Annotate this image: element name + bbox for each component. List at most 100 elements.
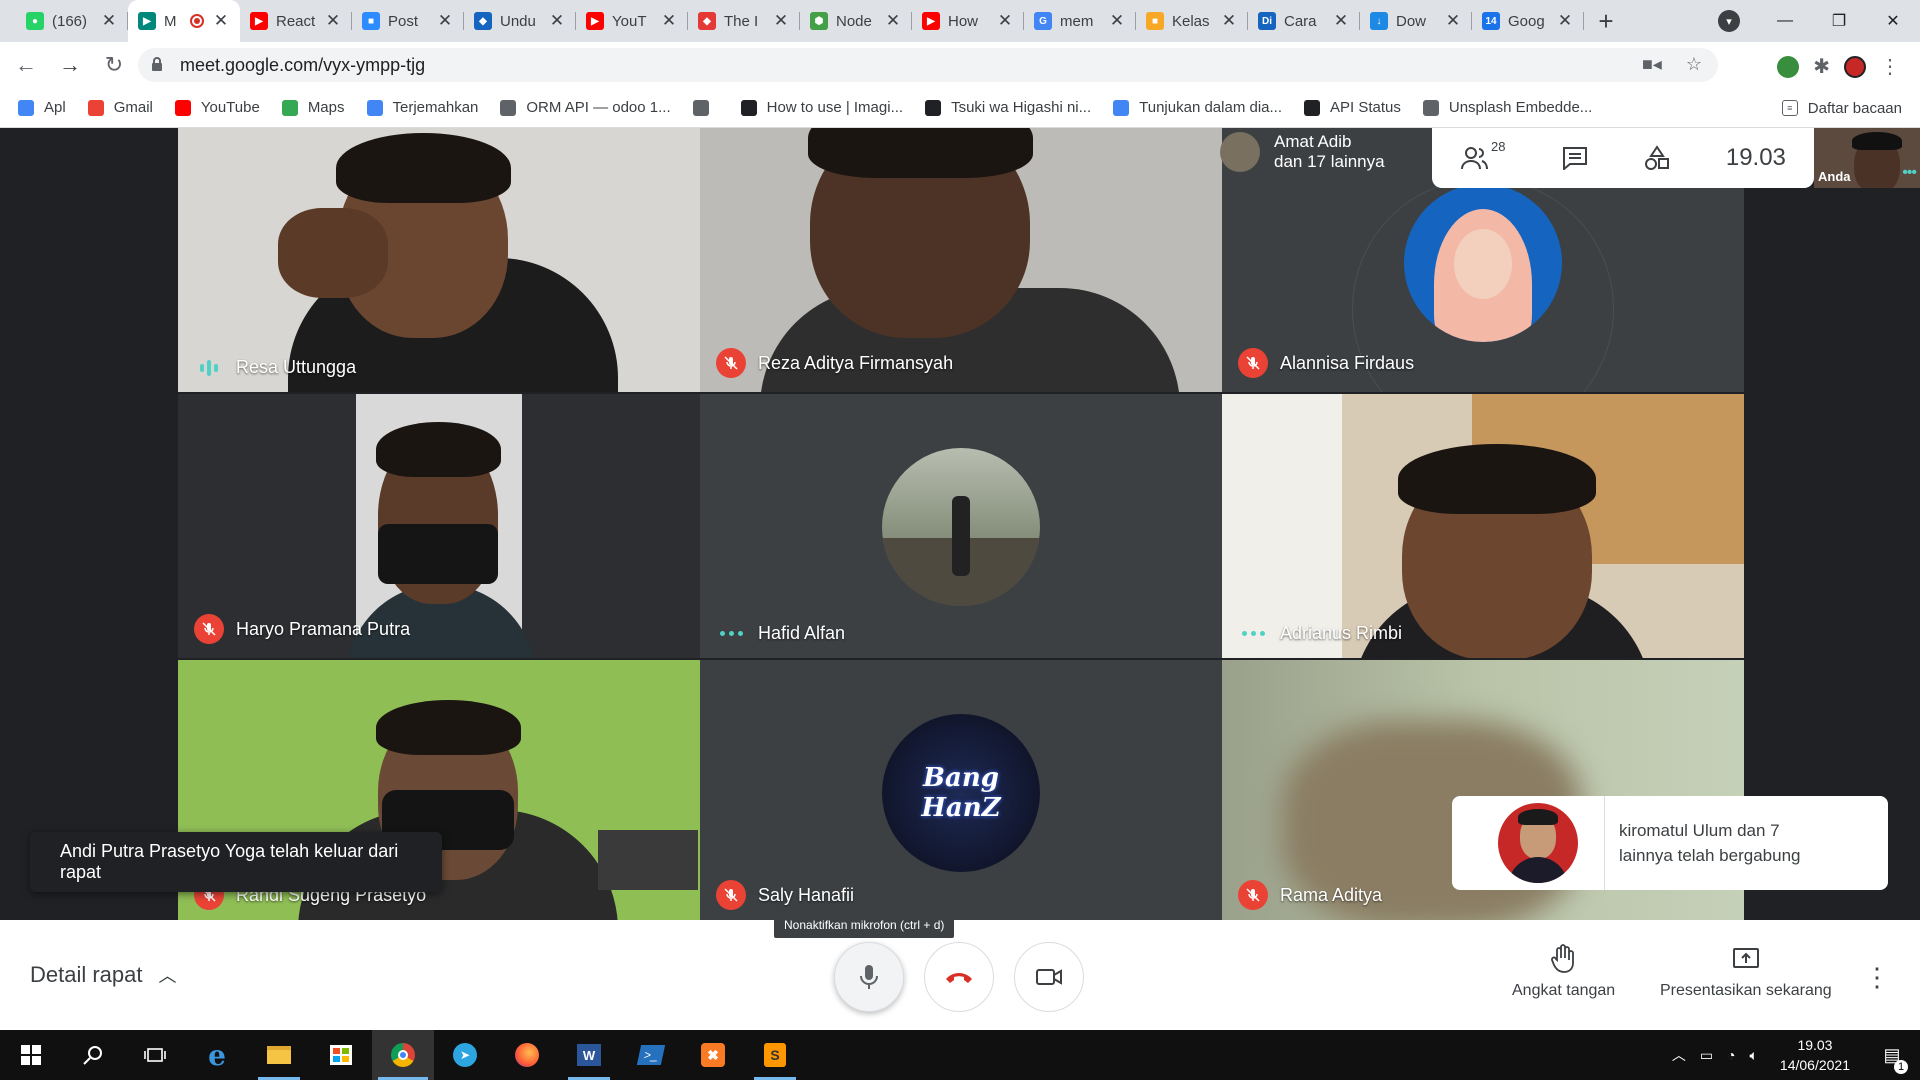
back-icon[interactable]: ← — [8, 47, 44, 83]
people-button[interactable]: 28 — [1460, 139, 1506, 171]
bookmark-item[interactable]: API Status — [1304, 99, 1401, 116]
browser-tab[interactable]: ◆ Undu ✕ — [464, 0, 576, 42]
bookmark-item[interactable]: Maps — [281, 99, 345, 116]
close-tab-icon[interactable]: ✕ — [436, 11, 454, 31]
address-bar[interactable]: meet.google.com/vyx-ympp-tjg ■◂ ☆ — [138, 48, 1718, 82]
bookmark-item[interactable]: Tunjukan dalam dia... — [1113, 99, 1282, 116]
telegram-icon[interactable]: ➤ — [434, 1030, 496, 1080]
chrome-icon[interactable] — [372, 1030, 434, 1080]
chat-button[interactable] — [1562, 146, 1588, 170]
browser-tab[interactable]: ● (166) ✕ — [16, 0, 128, 42]
participant-tile[interactable]: Adrianus Rimbi — [1222, 394, 1744, 658]
chrome-menu-icon[interactable]: ⋮ — [1880, 54, 1900, 79]
wifi-icon[interactable]: ◔ — [1727, 1047, 1735, 1063]
bookmark-item[interactable]: Gmail — [87, 99, 153, 116]
firefox-icon[interactable] — [496, 1030, 558, 1080]
self-view[interactable]: Anda ••• — [1814, 128, 1920, 188]
hangup-button[interactable] — [924, 942, 994, 1012]
minimize-icon[interactable]: — — [1758, 12, 1812, 30]
browser-tab[interactable]: ◆ The I ✕ — [688, 0, 800, 42]
bookmark-item[interactable]: YouTube — [174, 99, 260, 116]
participant-tile[interactable]: Reza Aditya Firmansyah — [700, 128, 1222, 392]
word-icon[interactable]: W — [558, 1030, 620, 1080]
bookmark-item[interactable]: Apl — [18, 99, 66, 116]
store-icon[interactable] — [310, 1030, 372, 1080]
search-icon[interactable] — [62, 1030, 124, 1080]
task-view-icon[interactable] — [124, 1030, 186, 1080]
battery-icon[interactable]: ▭ — [1700, 1047, 1713, 1064]
browser-tab[interactable]: 14 Goog ✕ — [1472, 0, 1584, 42]
bookmark-item[interactable]: How to use | Imagi... — [740, 99, 903, 116]
bookmark-item[interactable]: ORM API — odoo 1... — [500, 99, 671, 116]
reload-icon[interactable]: ↻ — [96, 47, 132, 83]
browser-tab[interactable]: ■ Post ✕ — [352, 0, 464, 42]
extension-globe-icon[interactable] — [1777, 55, 1800, 78]
xampp-icon[interactable]: ✖ — [682, 1030, 744, 1080]
sublime-icon[interactable]: S — [744, 1030, 806, 1080]
present-now-button[interactable]: Presentasikan sekarang — [1660, 942, 1832, 1000]
toast-divider — [1604, 796, 1605, 890]
restore-icon[interactable]: ❐ — [1812, 11, 1866, 31]
mic-off-icon — [1238, 880, 1268, 910]
tab-title: Undu — [500, 12, 536, 30]
volume-icon[interactable]: 🔈︎ — [1750, 1047, 1758, 1064]
reading-list[interactable]: ≡ Daftar bacaan — [1781, 88, 1902, 128]
more-options-icon[interactable]: ⋮ — [1864, 962, 1890, 993]
new-tab-button[interactable]: + — [1584, 0, 1628, 42]
close-tab-icon[interactable]: ✕ — [884, 11, 902, 31]
browser-tab[interactable]: Di Cara ✕ — [1248, 0, 1360, 42]
activities-button[interactable] — [1644, 145, 1670, 171]
browser-tab[interactable]: Gmem ✕ — [1024, 0, 1136, 42]
edge-icon[interactable]: e — [186, 1030, 248, 1080]
close-tab-icon[interactable]: ✕ — [1444, 11, 1462, 31]
close-tab-icon[interactable]: ✕ — [660, 11, 678, 31]
mic-button[interactable] — [834, 942, 904, 1012]
browser-tab[interactable]: ▶ How ✕ — [912, 0, 1024, 42]
close-tab-icon[interactable]: ✕ — [1220, 11, 1238, 31]
close-tab-icon[interactable]: ✕ — [1332, 11, 1350, 31]
start-button[interactable] — [0, 1030, 62, 1080]
participant-tile[interactable]: Haryo Pramana Putra — [178, 394, 700, 658]
close-tab-icon[interactable]: ✕ — [772, 11, 790, 31]
windows-logo-icon — [21, 1045, 41, 1065]
tab-favicon-icon: ◆ — [474, 12, 492, 30]
bookmark-item[interactable]: Terjemahkan — [366, 99, 478, 116]
close-tab-icon[interactable]: ✕ — [212, 11, 230, 31]
camera-in-use-icon[interactable]: ■◂ — [1642, 54, 1662, 75]
participant-tile[interactable]: Bang HanZ Saly Hanafii — [700, 660, 1222, 924]
profile-avatar[interactable] — [1844, 55, 1866, 78]
close-tab-icon[interactable]: ✕ — [548, 11, 566, 31]
browser-tab[interactable]: ▶ React ✕ — [240, 0, 352, 42]
bookmark-star-icon[interactable]: ☆ — [1686, 54, 1702, 75]
close-tab-icon[interactable]: ✕ — [324, 11, 342, 31]
tab-strip: ● (166) ✕ ▶ M ✕ ▶ React ✕ ■ Post ✕ ◆ Undu ✕ ▶ YouT ✕ ◆ The … — [0, 0, 1920, 42]
powershell-icon[interactable]: >_ — [620, 1030, 682, 1080]
bookmark-item[interactable]: Unsplash Embedde... — [1422, 99, 1592, 116]
presenter-info[interactable]: Amat Adib dan 17 lainnya — [1220, 132, 1385, 172]
browser-tab[interactable]: ■ Kelas ✕ — [1136, 0, 1248, 42]
camera-button[interactable] — [1014, 942, 1084, 1012]
participant-tile[interactable]: Hafid Alfan — [700, 394, 1222, 658]
self-more-icon[interactable]: ••• — [1902, 164, 1917, 182]
browser-tab[interactable]: ▶ M ✕ — [128, 0, 240, 42]
close-tab-icon[interactable]: ✕ — [996, 11, 1014, 31]
close-tab-icon[interactable]: ✕ — [100, 11, 118, 31]
clock[interactable]: 19.03 14/06/2021 — [1780, 1035, 1850, 1075]
tab-search-button[interactable]: ▾ — [1718, 10, 1740, 32]
close-tab-icon[interactable]: ✕ — [1108, 11, 1126, 31]
close-tab-icon[interactable]: ✕ — [1556, 11, 1574, 31]
puzzle-icon[interactable]: ✱ — [1813, 54, 1830, 79]
bookmark-item[interactable]: Tsuki wa Higashi ni... — [925, 99, 1091, 116]
meeting-details-button[interactable]: Detail rapat ︿ — [30, 962, 177, 988]
bookmark-item[interactable] — [692, 99, 719, 116]
file-explorer-icon[interactable] — [248, 1030, 310, 1080]
participant-tile[interactable]: Resa Uttungga — [178, 128, 700, 392]
browser-tab[interactable]: ↓ Dow ✕ — [1360, 0, 1472, 42]
forward-icon[interactable]: → — [52, 47, 88, 83]
tray-expand-icon[interactable]: ︿ — [1672, 1045, 1686, 1065]
close-window-icon[interactable]: ✕ — [1866, 11, 1920, 31]
browser-tab[interactable]: ▶ YouT ✕ — [576, 0, 688, 42]
browser-tab[interactable]: ⬢ Node ✕ — [800, 0, 912, 42]
raise-hand-button[interactable]: Angkat tangan — [1512, 942, 1615, 1000]
notifications-button[interactable]: ▤ 1 — [1872, 1045, 1912, 1074]
